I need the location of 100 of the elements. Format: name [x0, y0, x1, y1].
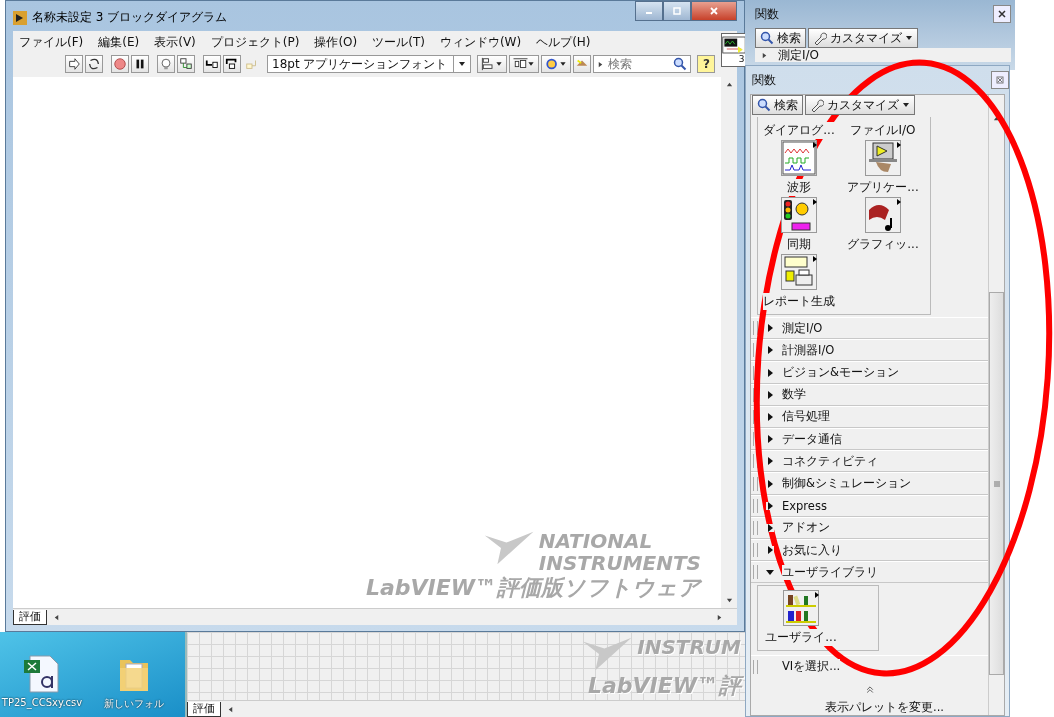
- retain-wire-button[interactable]: [177, 55, 195, 73]
- caret-icon: [905, 34, 913, 42]
- menu-item[interactable]: プロジェクト(P): [210, 33, 300, 51]
- expand-triangle-icon: [766, 501, 774, 510]
- collapse-triangle-icon: [766, 568, 774, 577]
- align-objects-button[interactable]: [477, 55, 508, 73]
- scroll-left-icon[interactable]: [227, 705, 234, 713]
- palette-item-label[interactable]: レポート生成: [763, 293, 835, 310]
- expand-triangle-icon: [761, 51, 768, 59]
- category-row[interactable]: 測定I/O: [751, 317, 988, 340]
- step-over-button[interactable]: [223, 55, 241, 73]
- select-vi-row[interactable]: VIを選択...: [751, 655, 988, 677]
- menu-item[interactable]: ウィンドウ(W): [439, 33, 522, 51]
- app-icon: [13, 10, 27, 25]
- caret-icon: [458, 60, 467, 68]
- close-button[interactable]: [993, 5, 1011, 23]
- waveform-icon[interactable]: [782, 141, 816, 175]
- vertical-scrollbar[interactable]: [988, 95, 1004, 715]
- palette-item-label[interactable]: アプリケー...: [847, 179, 919, 196]
- expand-triangle-icon: [766, 457, 774, 466]
- spreadsheet-file-icon[interactable]: [22, 654, 62, 694]
- watermark-text: NATIONAL: [538, 530, 654, 552]
- category-row[interactable]: ユーザライブラリ: [751, 561, 988, 584]
- step-into-button[interactable]: [203, 55, 221, 73]
- watermark-text: LabVIEW™評価版ソフトウェア: [365, 574, 701, 602]
- search-icon: [673, 57, 688, 71]
- status-tab[interactable]: 評価: [187, 701, 221, 717]
- expand-triangle-icon: [766, 412, 774, 421]
- distribute-objects-button[interactable]: [509, 55, 540, 73]
- status-tab[interactable]: 評価: [13, 609, 47, 625]
- palette-item-label[interactable]: 波形: [787, 179, 811, 196]
- watermark-text: INSTRUM: [637, 636, 741, 658]
- maximize-button[interactable]: [663, 1, 691, 21]
- scroll-down-icon[interactable]: [725, 597, 733, 604]
- vi-icon[interactable]: 3: [721, 33, 748, 67]
- category-row[interactable]: Express: [751, 494, 988, 517]
- double-chevron-up-icon[interactable]: [864, 684, 875, 695]
- reorder-button[interactable]: [541, 55, 572, 73]
- category-row[interactable]: 信号処理: [751, 405, 988, 428]
- palette-item-label[interactable]: ユーザライ...: [765, 629, 837, 647]
- hand-holding-screen-icon[interactable]: [866, 141, 900, 175]
- run-continuously-button[interactable]: [85, 55, 103, 73]
- menu-item[interactable]: ツール(T): [372, 33, 425, 51]
- customize-button[interactable]: カスタマイズ: [805, 95, 915, 115]
- lightbulb-icon: [159, 57, 173, 71]
- search-button[interactable]: 検索: [752, 95, 803, 115]
- menu-item[interactable]: ファイル(F): [19, 33, 84, 51]
- scroll-left-icon[interactable]: [53, 613, 60, 621]
- minimize-button[interactable]: [635, 1, 663, 21]
- palette-item-label[interactable]: ダイアログ...: [763, 122, 835, 139]
- grip-icon: [992, 479, 1001, 488]
- run-button[interactable]: [65, 55, 83, 73]
- close-icon: [995, 75, 1005, 85]
- category-row[interactable]: お気に入り: [751, 539, 988, 562]
- palette-item-label[interactable]: ファイルI/O: [850, 122, 916, 139]
- category-row[interactable]: 計測器I/O: [751, 339, 988, 362]
- pause-button[interactable]: [131, 55, 149, 73]
- wire-values-icon: [179, 57, 193, 71]
- close-icon: [997, 9, 1007, 19]
- wrench-icon: [810, 98, 824, 112]
- caret-icon: [902, 101, 910, 109]
- printer-report-icon[interactable]: [782, 255, 816, 289]
- menu-item[interactable]: ヘルプ(H): [536, 33, 591, 51]
- menu-item[interactable]: 編集(E): [98, 33, 140, 51]
- customize-button[interactable]: カスタマイズ: [808, 28, 918, 48]
- expand-triangle-icon: [766, 368, 774, 377]
- expand-triangle-icon: [766, 523, 774, 532]
- abort-button[interactable]: [111, 55, 129, 73]
- clean-up-button[interactable]: [573, 55, 592, 73]
- watermark-text: INSTRUMENTS: [538, 552, 701, 574]
- maximize-icon: [672, 6, 682, 16]
- wrench-icon: [813, 31, 827, 45]
- category-row[interactable]: ビジョン&モーション: [751, 361, 988, 384]
- highlight-execution-button[interactable]: [157, 55, 175, 73]
- window-title: 名称未設定 3 ブロックダイアグラム: [32, 9, 228, 26]
- stop-icon: [113, 57, 127, 71]
- category-row[interactable]: コネクティビティ: [751, 450, 988, 473]
- font-dropdown[interactable]: 18pt アプリケーションフォント: [267, 55, 472, 73]
- scroll-up-icon[interactable]: [725, 81, 733, 88]
- menu-item[interactable]: 操作(O): [314, 33, 358, 51]
- change-palette-link[interactable]: 表示パレットを変更...: [795, 700, 944, 715]
- search-button[interactable]: 検索: [755, 28, 806, 48]
- palette-item-label[interactable]: グラフィッ...: [847, 236, 919, 253]
- expand-triangle-icon: [766, 479, 774, 488]
- scroll-right-icon[interactable]: [716, 613, 723, 621]
- search-field[interactable]: 検索: [593, 55, 692, 73]
- close-icon: [709, 6, 719, 16]
- palette-item-label[interactable]: 同期: [787, 236, 811, 253]
- category-label[interactable]: 測定I/O: [778, 48, 820, 62]
- search-icon: [757, 98, 771, 112]
- help-button[interactable]: ?: [697, 55, 716, 73]
- category-row[interactable]: 制御&シミュレーション: [751, 472, 988, 495]
- scroll-up-icon[interactable]: [993, 115, 1000, 122]
- category-row[interactable]: 数学: [751, 383, 988, 406]
- expand-icon: [597, 60, 605, 68]
- category-row[interactable]: アドオン: [751, 516, 988, 540]
- vertical-scrollbar[interactable]: [721, 77, 737, 608]
- category-row[interactable]: データ通信: [751, 428, 988, 451]
- expand-triangle-icon: [766, 435, 774, 444]
- menu-item[interactable]: 表示(V): [154, 33, 196, 51]
